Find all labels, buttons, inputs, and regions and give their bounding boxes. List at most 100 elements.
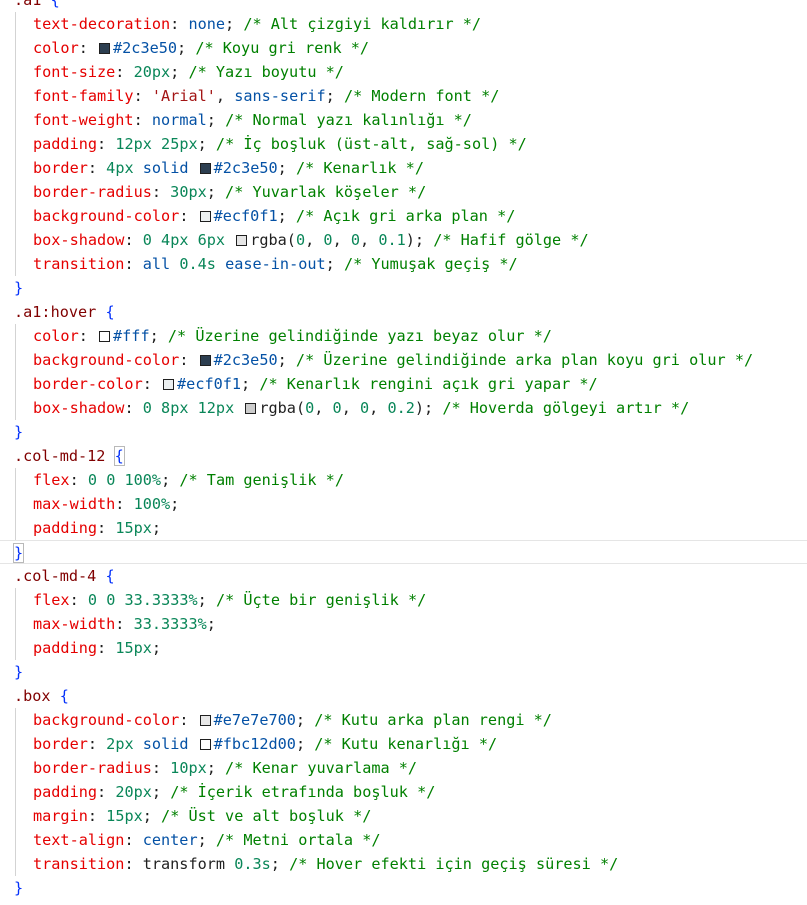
code-text: text-align: center; /* Metni ortala */ [33, 828, 381, 852]
token-plain: : [124, 231, 143, 249]
code-line[interactable]: padding: 15px; [0, 516, 807, 540]
code-line[interactable]: } [0, 276, 807, 300]
indent-guide [15, 180, 16, 204]
code-text: font-family: 'Arial', sans-serif; /* Mod… [33, 84, 499, 108]
token-plain: : [69, 471, 88, 489]
token-num: 20px [133, 63, 171, 81]
color-swatch-icon[interactable] [199, 211, 211, 222]
code-line[interactable]: flex: 0 0 100%; /* Tam genişlik */ [0, 468, 807, 492]
token-brace: } [12, 543, 25, 563]
code-line[interactable]: font-weight: normal; /* Normal yazı kalı… [0, 108, 807, 132]
code-line[interactable]: transition: all 0.4s ease-in-out; /* Yum… [0, 252, 807, 276]
token-plain: : [151, 183, 171, 201]
token-num: 0.2 [387, 399, 415, 417]
code-line[interactable]: padding: 15px; [0, 636, 807, 660]
color-swatch-icon[interactable] [199, 355, 211, 366]
code-line[interactable]: border: 4px solid #2c3e50; /* Kenarlık *… [0, 156, 807, 180]
code-line[interactable]: border-radius: 10px; /* Kenar yuvarlama … [0, 756, 807, 780]
code-line[interactable]: box-shadow: 0 4px 6px rgba(0, 0, 0, 0.1)… [0, 228, 807, 252]
code-line[interactable]: font-family: 'Arial', sans-serif; /* Mod… [0, 84, 807, 108]
token-plain: ; [270, 855, 290, 873]
token-val-kw: none [188, 15, 226, 33]
token-prop: border-radius [33, 759, 152, 777]
code-line[interactable]: text-decoration: none; /* Alt çizgiyi ka… [0, 12, 807, 36]
code-line[interactable]: .a1 { [0, 0, 807, 12]
color-swatch-icon[interactable] [199, 163, 211, 174]
token-val-kw: #fff [113, 327, 150, 345]
code-line[interactable]: padding: 12px 25px; /* İç boşluk (üst-al… [0, 132, 807, 156]
token-plain: : [69, 591, 88, 609]
token-val-kw: #e7e7e700 [213, 711, 296, 729]
code-text: max-width: 33.3333%; [33, 612, 216, 636]
indent-guide [15, 780, 16, 804]
code-line[interactable]: .col-md-12 { [0, 444, 807, 468]
code-line[interactable]: .col-md-4 { [0, 564, 807, 588]
token-num: 8px [161, 399, 189, 417]
token-prop: border-color [33, 375, 143, 393]
token-sel: .a1:hover [14, 303, 97, 321]
code-line[interactable]: margin: 15px; /* Üst ve alt boşluk */ [0, 804, 807, 828]
code-line[interactable]: .a1:hover { [0, 300, 807, 324]
token-num: 0 [332, 399, 342, 417]
indent-guide [15, 60, 16, 84]
token-val-kw: ease-in-out [225, 255, 326, 273]
color-swatch-icon[interactable] [163, 379, 175, 390]
token-plain: : [97, 783, 116, 801]
code-line[interactable]: } [0, 660, 807, 684]
code-line-current[interactable]: } [0, 540, 807, 564]
code-line[interactable]: transition: transform 0.3s; /* Hover efe… [0, 852, 807, 876]
token-comment: /* Kenarlık rengini açık gri yapar */ [259, 375, 598, 393]
code-line[interactable]: background-color: #2c3e50; /* Üzerine ge… [0, 348, 807, 372]
token-num: 0 [87, 471, 98, 489]
code-text: transition: all 0.4s ease-in-out; /* Yum… [33, 252, 518, 276]
indent-guide [15, 612, 16, 636]
code-line[interactable]: background-color: #ecf0f1; /* Açık gri a… [0, 204, 807, 228]
code-line[interactable]: border: 2px solid #fbc12d00; /* Kutu ken… [0, 732, 807, 756]
code-editor[interactable]: .a1 {text-decoration: none; /* Alt çizgi… [0, 0, 807, 905]
token-plain: , [305, 231, 324, 249]
token-val-kw: #2c3e50 [213, 351, 278, 369]
token-num: 4px [106, 159, 134, 177]
token-plain: ; [197, 831, 216, 849]
code-line[interactable]: .box { [0, 684, 807, 708]
color-swatch-icon[interactable] [245, 403, 257, 414]
code-line[interactable]: color: #2c3e50; /* Koyu gri renk */ [0, 36, 807, 60]
code-line[interactable]: } [0, 876, 807, 900]
color-swatch-icon[interactable] [99, 43, 111, 54]
color-swatch-icon[interactable] [199, 715, 211, 726]
code-line[interactable]: text-align: center; /* Metni ortala */ [0, 828, 807, 852]
token-brace: { [59, 687, 69, 705]
token-plain: ; [149, 327, 168, 345]
code-line[interactable]: font-size: 20px; /* Yazı boyutu */ [0, 60, 807, 84]
code-line[interactable]: color: #fff; /* Üzerine gelindiğinde yaz… [0, 324, 807, 348]
token-plain: : [115, 615, 134, 633]
token-plain: ; [325, 255, 344, 273]
code-line[interactable]: background-color: #e7e7e700; /* Kutu ark… [0, 708, 807, 732]
token-comment: /* Tam genişlik */ [179, 471, 344, 489]
code-line[interactable]: max-width: 33.3333%; [0, 612, 807, 636]
color-swatch-icon[interactable] [236, 235, 248, 246]
indent-guide [15, 588, 16, 612]
token-plain: , [360, 231, 379, 249]
code-text: flex: 0 0 33.3333%; /* Üçte bir genişlik… [33, 588, 426, 612]
token-comment: /* Metni ortala */ [215, 831, 381, 849]
color-swatch-icon[interactable] [199, 739, 211, 750]
code-line[interactable]: flex: 0 0 33.3333%; /* Üçte bir genişlik… [0, 588, 807, 612]
indent-guide [15, 324, 16, 348]
code-line[interactable]: padding: 20px; /* İçerik etrafında boşlu… [0, 780, 807, 804]
code-line[interactable]: box-shadow: 0 8px 12px rgba(0, 0, 0, 0.2… [0, 396, 807, 420]
code-line[interactable]: max-width: 100%; [0, 492, 807, 516]
token-val-kw: sans-serif [234, 87, 326, 105]
token-sel: .col-md-12 [14, 447, 106, 465]
token-plain: : [87, 807, 107, 825]
code-line[interactable]: } [0, 420, 807, 444]
color-swatch-icon[interactable] [99, 331, 111, 342]
token-val-kw: normal [151, 111, 207, 129]
token-brace: } [14, 879, 24, 897]
token-num: 0.4s [179, 255, 216, 273]
code-line[interactable]: border-radius: 30px; /* Yuvarlak köşeler… [0, 180, 807, 204]
code-line[interactable]: border-color: #ecf0f1; /* Kenarlık rengi… [0, 372, 807, 396]
